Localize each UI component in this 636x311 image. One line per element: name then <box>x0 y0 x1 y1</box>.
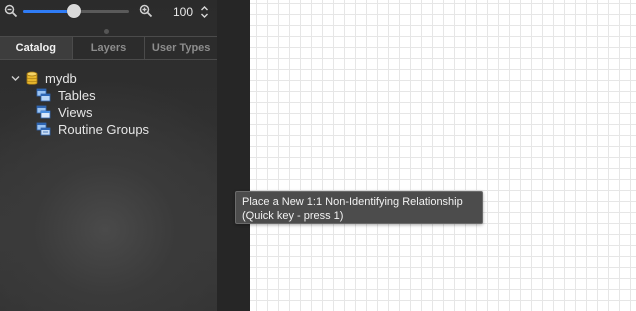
tree-item-label: Tables <box>58 88 96 103</box>
tree-item-label: Routine Groups <box>58 122 150 137</box>
tab-user-types[interactable]: User Types <box>145 37 217 59</box>
tree-item-views[interactable]: Views <box>0 104 217 121</box>
tree-item-mydb[interactable]: mydb <box>0 70 217 87</box>
tree-item-tables[interactable]: Tables <box>0 87 217 104</box>
panel-resize-handle[interactable] <box>104 29 109 34</box>
catalog-panel: 100 Catalog Layers User Types mydb Table… <box>0 0 217 311</box>
tree-item-routine-groups[interactable]: Routine Groups <box>0 121 217 138</box>
zoom-stepper-icon[interactable] <box>200 5 209 19</box>
zoom-value[interactable]: 100 <box>163 5 193 19</box>
catalog-tabs: Catalog Layers User Types <box>0 36 217 60</box>
tooltip-title: Place a New 1:1 Non-Identifying Relation… <box>242 196 463 208</box>
zoom-out-icon[interactable] <box>4 4 18 18</box>
database-icon <box>26 71 38 85</box>
tree-item-label: Views <box>58 105 93 120</box>
tab-layers[interactable]: Layers <box>73 37 146 59</box>
tree-item-label: mydb <box>45 71 77 86</box>
catalog-tree: mydb Tables Views Routine Groups <box>0 70 217 138</box>
zoom-slider-thumb[interactable] <box>66 4 81 18</box>
relationship-tooltip: Place a New 1:1 Non-Identifying Relation… <box>235 191 483 224</box>
routine-groups-icon <box>36 122 51 136</box>
diagram-canvas[interactable] <box>250 0 636 311</box>
tab-catalog[interactable]: Catalog <box>0 37 73 59</box>
panel-splitter[interactable] <box>217 0 250 311</box>
chevron-down-icon[interactable] <box>11 74 20 83</box>
zoom-in-icon[interactable] <box>139 4 153 18</box>
tables-icon <box>36 88 51 102</box>
zoom-toolbar: 100 <box>0 0 217 26</box>
views-icon <box>36 105 51 119</box>
tooltip-shortcut: (Quick key - press 1) <box>242 210 344 222</box>
